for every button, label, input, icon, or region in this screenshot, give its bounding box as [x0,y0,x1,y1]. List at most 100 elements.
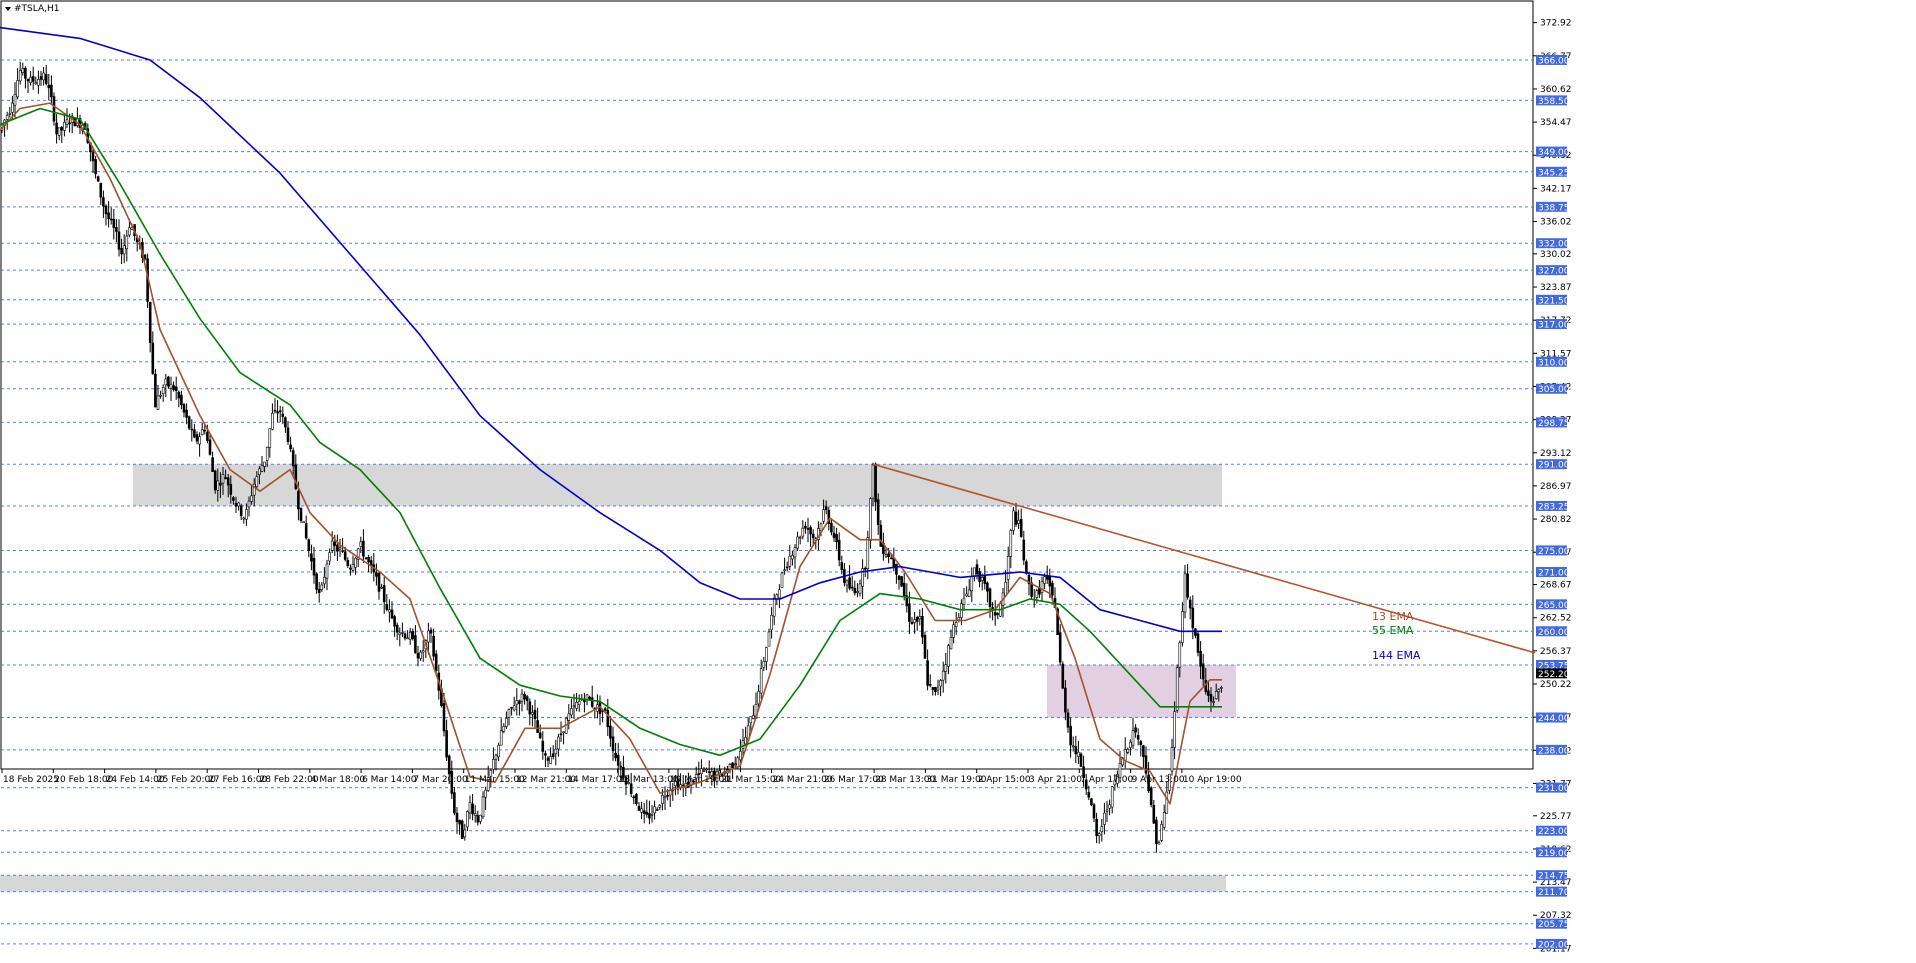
candle-body [866,537,870,570]
candle-body [603,708,607,711]
candle-body [970,576,974,592]
candle-body [351,564,355,571]
candle-body [650,813,654,816]
price-tick-label: 293.12 [1540,449,1572,459]
price-axis[interactable]: 372.92366.77360.62354.47348.32342.17336.… [1533,19,1572,955]
candle-body [385,604,389,610]
candle-body [856,591,859,594]
candle-body [993,612,997,616]
candle-body [125,235,129,249]
candle-body [762,661,766,668]
level-label: 214.75 [1538,872,1570,882]
level-label: 275.00 [1538,547,1570,557]
candle-body [239,505,243,517]
candle-body [1064,687,1067,713]
candle-body [879,524,883,547]
candle-body [1160,823,1163,841]
level-label: 271.00 [1538,569,1570,579]
candle-body [983,574,987,584]
candle-body [546,757,550,761]
candle-body [967,589,971,597]
candle-body [1152,804,1156,824]
candle-body [52,96,56,122]
candle-body [562,731,565,734]
candle-body [658,805,662,808]
chart-window[interactable]: 372.92366.77360.62354.47348.32342.17336.… [0,0,1916,963]
candle-body [497,744,500,758]
candle-body [453,792,456,814]
candle-body [918,616,922,620]
candle-body [731,762,734,769]
candle-body [37,79,40,86]
candle-body [1022,539,1026,561]
candle-body [26,79,30,82]
candle-body [926,660,929,686]
candle-body [668,790,672,796]
level-label: 305.00 [1538,385,1570,395]
candle-body [767,631,771,647]
candle-body [403,633,407,639]
symbol-title: #TSLA,H1 [14,4,59,14]
candle-body [1004,581,1007,596]
candle-body [104,205,108,215]
candle-body [635,794,638,805]
candle-body [840,562,844,570]
candle-body [752,715,755,719]
candle-body [1149,787,1153,805]
candle-body [819,523,823,532]
price-tick-label: 372.92 [1540,19,1572,29]
candle-body [203,429,207,432]
candle-body [1134,727,1137,733]
level-label: 219.00 [1538,849,1570,859]
candle-body [211,457,214,472]
candle-body [544,753,547,756]
candle-body [468,802,472,814]
candle-body [611,736,615,752]
candle-body [884,554,888,557]
candle-body [871,464,875,499]
candle-body [315,573,318,590]
candle-body [408,632,412,640]
level-label: 317.00 [1538,321,1570,331]
price-tick-label: 268.67 [1540,581,1572,591]
candle-body [317,589,321,594]
candle-body [921,616,924,638]
candle-body [304,523,308,539]
price-chart[interactable]: 372.92366.77360.62354.47348.32342.17336.… [0,0,1916,963]
candle-body [897,575,901,580]
level-label: 332.00 [1538,240,1570,250]
candle-body [895,563,898,575]
candle-body [401,632,404,634]
candle-body [915,616,919,622]
level-label: 260.00 [1538,628,1570,638]
candle-body [91,151,95,162]
candle-body [585,694,589,700]
candle-body [234,502,238,507]
candle-body [648,813,651,819]
candle-body [666,795,669,797]
candle-body [323,577,326,585]
candle-body [156,395,160,410]
legend-13-ema: 13 EMA [1372,610,1414,623]
candle-body [109,218,113,221]
candle-body [1069,725,1072,746]
candle-body [206,431,209,441]
candle-body [913,619,916,623]
candle-body [289,444,292,450]
candle-body [869,498,872,541]
candle-body [518,700,521,704]
candle-body [307,539,311,552]
level-label: 310.00 [1538,358,1570,368]
time-axis[interactable]: 18 Feb 202520 Feb 18:0024 Feb 14:0025 Fe… [1,769,1242,785]
price-tick-label: 354.47 [1540,118,1572,128]
candle-body [811,533,815,539]
candle-body [380,586,383,589]
candle-body [1217,689,1221,693]
level-label: 211.70 [1538,888,1570,898]
level-label: 321.50 [1538,296,1570,306]
time-tick-label: 7 Apr 17:00 [1080,775,1133,785]
candle-body [187,416,191,429]
candle-body [1110,786,1114,808]
level-label: 349.00 [1538,148,1570,158]
candle-body [770,614,773,631]
